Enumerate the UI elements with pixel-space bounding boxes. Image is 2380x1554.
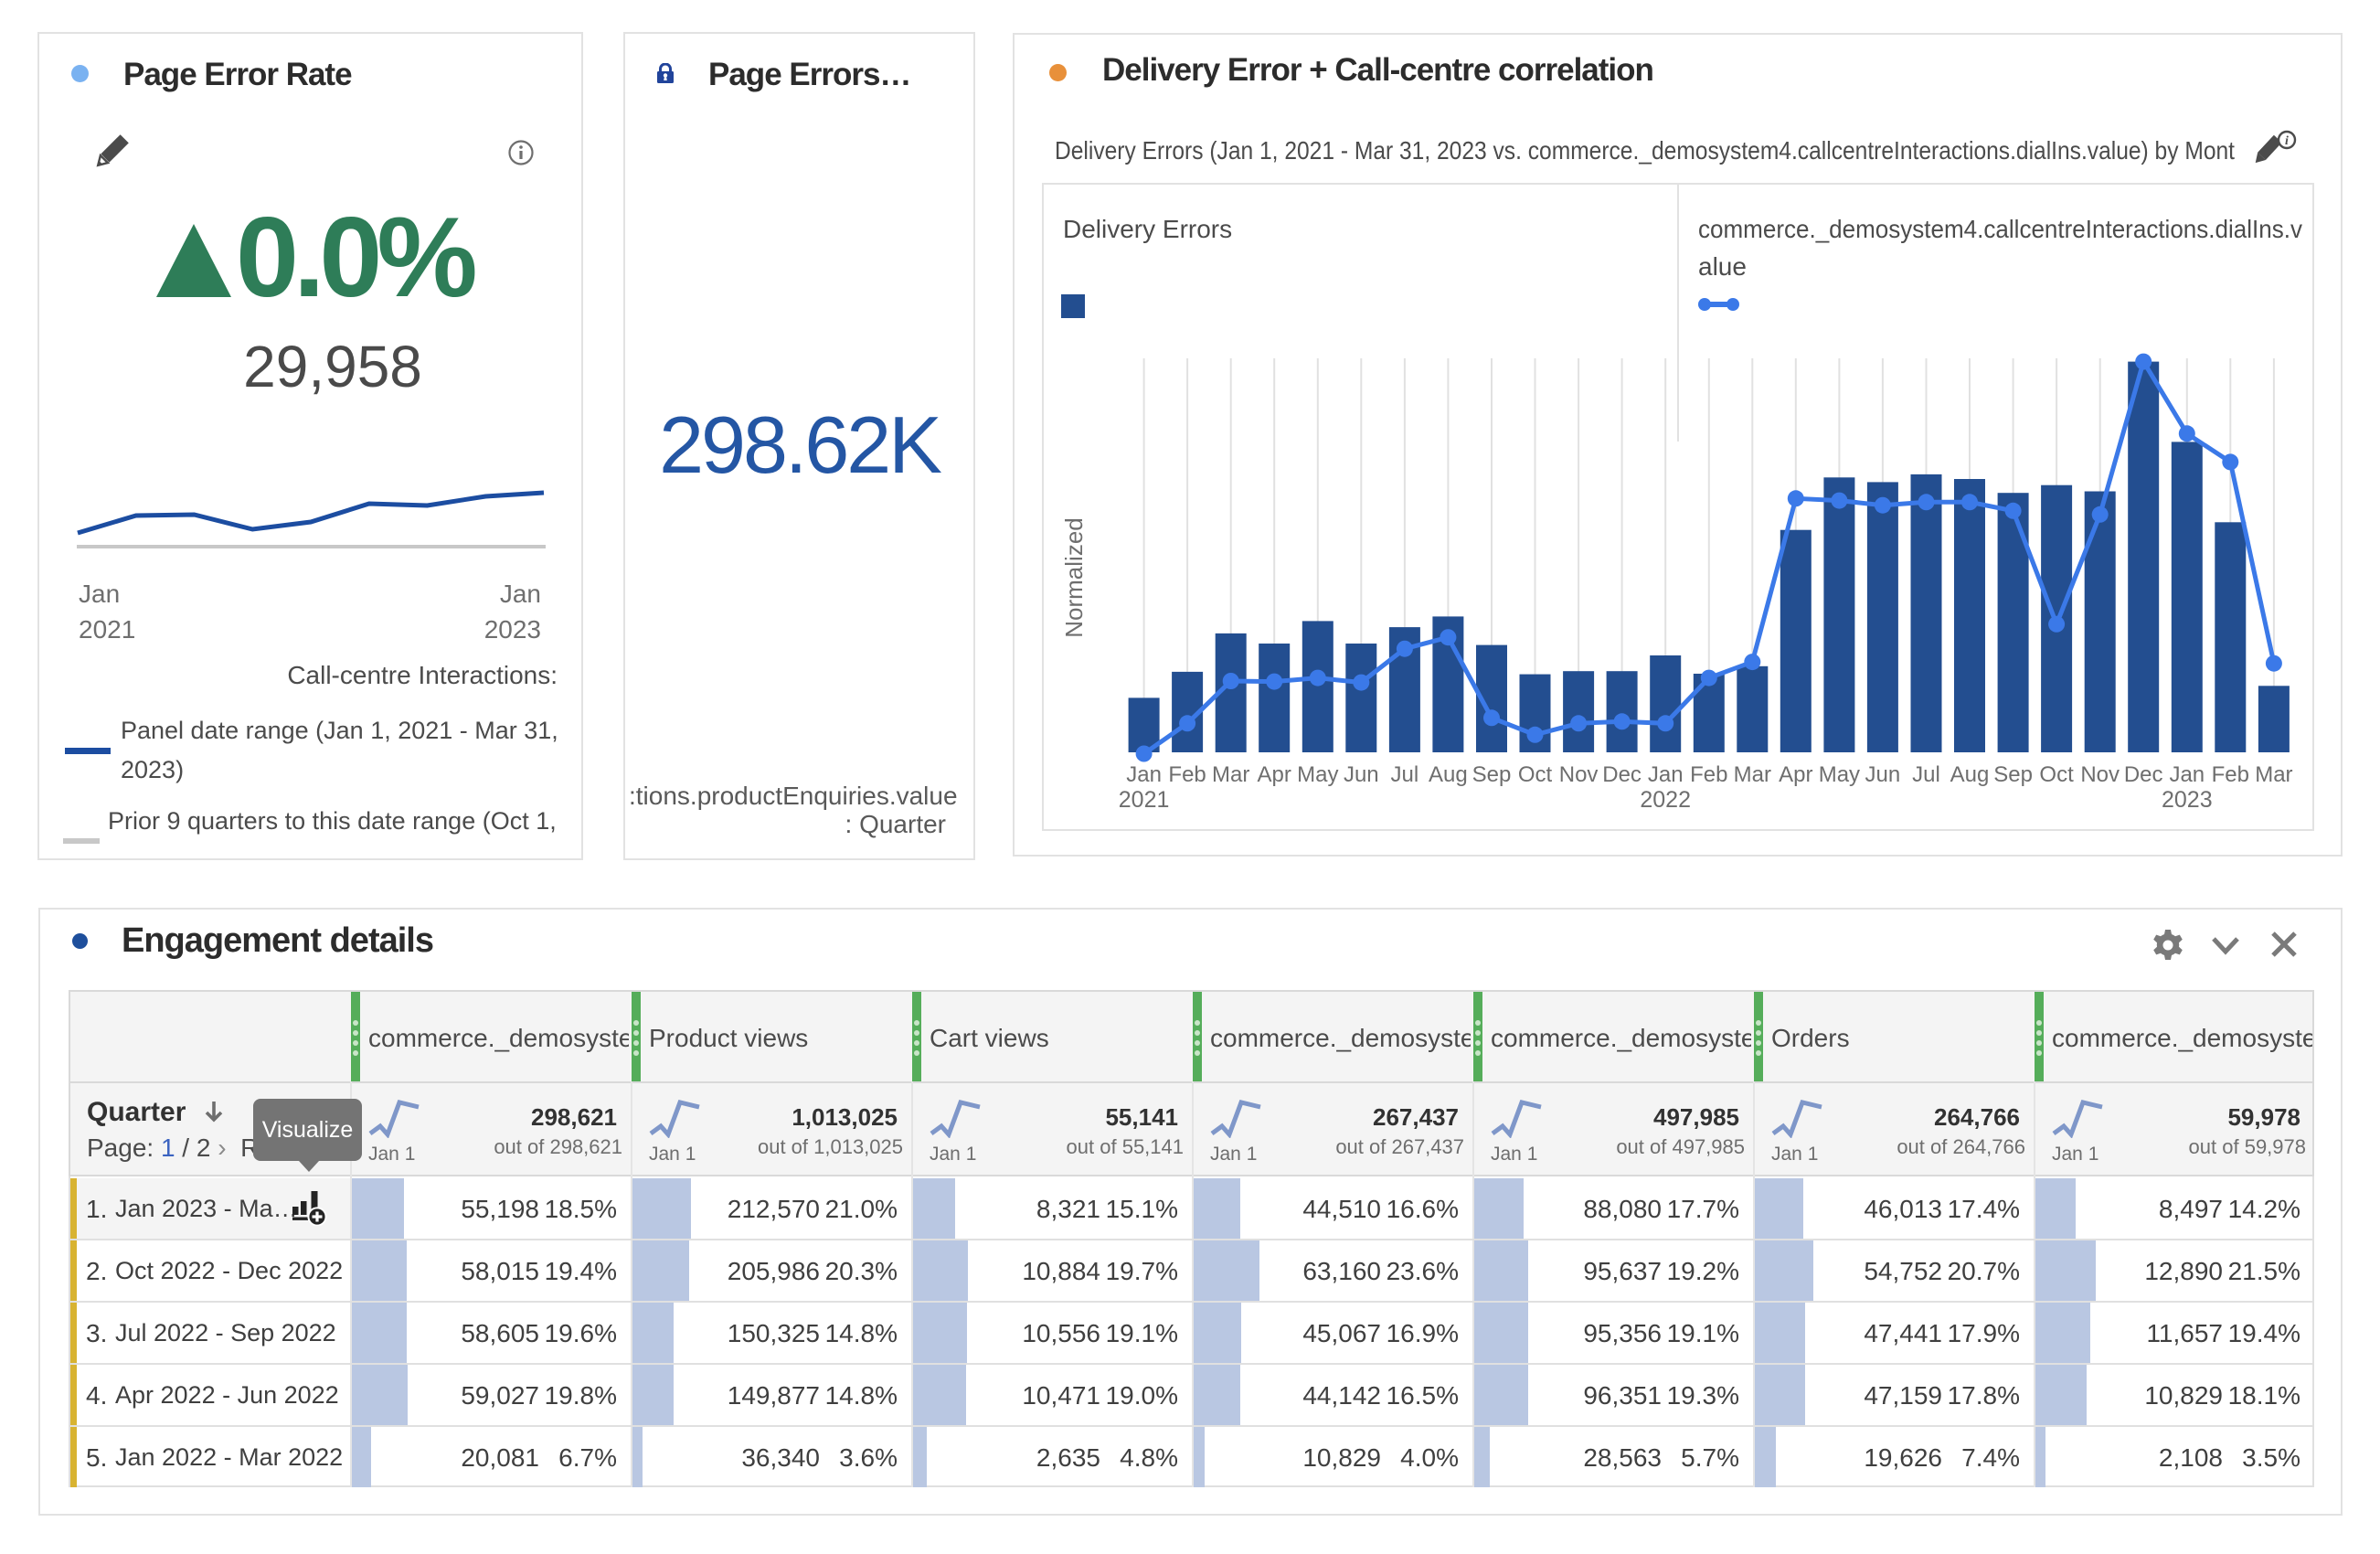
svg-text:Jul: Jul: [1912, 762, 1940, 787]
svg-text:2021: 2021: [1119, 787, 1170, 813]
svg-text:Mar: Mar: [1734, 762, 1771, 787]
svg-text:Aug: Aug: [1429, 762, 1468, 787]
svg-text:May: May: [1819, 762, 1860, 787]
svg-text:Feb: Feb: [1690, 762, 1727, 787]
svg-text:Jul: Jul: [1391, 762, 1419, 787]
svg-text:Jan: Jan: [2169, 762, 2205, 787]
svg-text:Oct: Oct: [2039, 762, 2074, 787]
svg-text:alue: alue: [1698, 252, 1747, 281]
svg-text:May: May: [1297, 762, 1338, 787]
svg-text:commerce._demosystem4.callcent: commerce._demosystem4.callcentreInteract…: [1698, 215, 2302, 243]
svg-text:Feb: Feb: [1168, 762, 1206, 787]
svg-text:Jun: Jun: [1344, 762, 1379, 787]
svg-text:Apr: Apr: [1258, 762, 1291, 787]
svg-text:Oct: Oct: [1518, 762, 1553, 787]
svg-text:Aug: Aug: [1950, 762, 1990, 787]
svg-text:Jan: Jan: [1126, 762, 1162, 787]
svg-text:2023: 2023: [2162, 787, 2213, 813]
svg-text:Dec: Dec: [1602, 762, 1642, 787]
svg-text:Nov: Nov: [1559, 762, 1599, 787]
svg-text:Mar: Mar: [1212, 762, 1249, 787]
svg-text:Dec: Dec: [2124, 762, 2163, 787]
svg-text:Jun: Jun: [1865, 762, 1901, 787]
svg-text:2022: 2022: [1640, 787, 1691, 813]
svg-text:Apr: Apr: [1779, 762, 1812, 787]
svg-text:Jan: Jan: [1648, 762, 1684, 787]
svg-text:Mar: Mar: [2255, 762, 2292, 787]
svg-text:Sep: Sep: [1993, 762, 2033, 787]
svg-text:Nov: Nov: [2080, 762, 2120, 787]
svg-text:Sep: Sep: [1472, 762, 1512, 787]
svg-text:Delivery Errors: Delivery Errors: [1063, 215, 1232, 243]
svg-text:Normalized: Normalized: [1060, 517, 1088, 638]
svg-text:Feb: Feb: [2212, 762, 2249, 787]
